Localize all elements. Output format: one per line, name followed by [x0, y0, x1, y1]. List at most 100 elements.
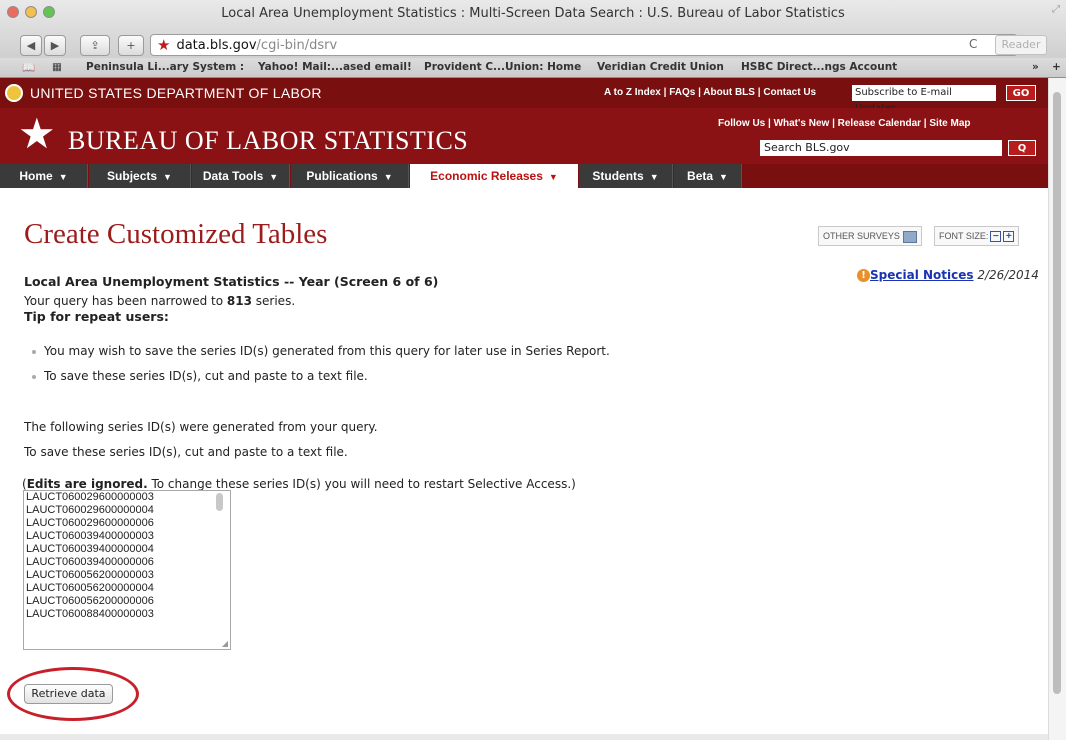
chevron-down-icon: ▼ — [548, 172, 558, 182]
nav-label: Subjects — [107, 169, 158, 183]
main-nav: Home ▼ Subjects ▼ Data Tools ▼ Publications… — [0, 164, 1048, 188]
generated-text: The following series ID(s) were generate… — [24, 420, 378, 434]
nav-economic-releases[interactable]: Economic Releases ▼ — [410, 164, 578, 188]
reading-list-icon[interactable]: 📖 — [22, 61, 35, 74]
font-decrease-icon[interactable]: − — [990, 231, 1002, 243]
series-id: LAUCT060029600000004 — [26, 504, 154, 516]
bookmark-item[interactable]: Veridian Credit Union — [597, 61, 724, 73]
nav-beta[interactable]: Beta ▼ — [674, 164, 742, 188]
url-path: /cgi-bin/dsrv — [256, 37, 338, 53]
subscribe-go-button[interactable]: GO — [1006, 85, 1036, 101]
nav-data-tools[interactable]: Data Tools ▼ — [192, 164, 290, 188]
back-button[interactable]: ◀ — [20, 35, 42, 56]
notice-date: 2/26/2014 — [977, 268, 1039, 282]
narrowed-text: Your query has been narrowed to 813 seri… — [24, 294, 295, 308]
series-id: LAUCT060039400000003 — [26, 530, 154, 542]
bls-star-logo-icon[interactable]: ★ — [18, 113, 56, 155]
dol-utility-links[interactable]: A to Z Index | FAQs | About BLS | Contac… — [604, 87, 816, 98]
fullscreen-icon[interactable]: ⤢ — [1052, 4, 1060, 15]
bookmarks-bar: 📖 ▦ Peninsula Li...ary System : Yahoo! M… — [0, 58, 1066, 78]
other-surveys-button[interactable]: OTHER SURVEYS — [818, 226, 922, 246]
font-size-label: FONT SIZE: — [939, 231, 989, 241]
chevron-down-icon: ▼ — [269, 172, 279, 182]
edits-ignored: Edits are ignored. — [26, 477, 148, 491]
window-title: Local Area Unemployment Statistics : Mul… — [221, 6, 845, 21]
top-sites-icon[interactable]: ▦ — [52, 61, 62, 73]
search-button[interactable]: Q — [1008, 140, 1036, 156]
nav-label: Publications — [306, 169, 378, 183]
scrollbar-thumb[interactable] — [1053, 92, 1061, 694]
chevron-down-icon: ▼ — [649, 172, 659, 182]
series-id: LAUCT060056200000004 — [26, 582, 154, 594]
narrowed-pre: Your query has been narrowed to — [24, 294, 227, 308]
tip-heading: Tip for repeat users: — [24, 309, 169, 324]
bls-star-icon: ★ — [157, 36, 171, 54]
more-bookmarks-button[interactable]: » — [1032, 61, 1039, 73]
title-bar: Local Area Unemployment Statistics : Mul… — [0, 0, 1066, 60]
dol-seal-icon[interactable] — [5, 84, 23, 102]
highlight-circle — [7, 667, 139, 721]
alert-icon: ! — [857, 269, 870, 282]
reader-button[interactable]: Reader — [995, 35, 1047, 55]
series-id: LAUCT060039400000006 — [26, 556, 154, 568]
tip-text: You may wish to save the series ID(s) ge… — [44, 344, 610, 358]
narrowed-post: series. — [251, 294, 296, 308]
share-button[interactable]: ⇪ — [80, 35, 110, 56]
chevron-down-icon: ▼ — [163, 172, 172, 182]
font-increase-icon[interactable]: + — [1003, 231, 1015, 243]
bookmark-item[interactable]: Peninsula Li...ary System : — [86, 61, 244, 73]
series-id: LAUCT060056200000006 — [26, 595, 154, 607]
bls-header: ★ BUREAU OF LABOR STATISTICS Follow Us |… — [0, 108, 1048, 164]
tip-item: You may wish to save the series ID(s) ge… — [32, 344, 610, 358]
nav-home[interactable]: Home ▼ — [0, 164, 88, 188]
series-id: LAUCT060056200000003 — [26, 569, 154, 581]
edits-rest: To change these series ID(s) you will ne… — [147, 477, 576, 491]
special-notices: ! Special Notices 2/26/2014 — [857, 268, 1039, 282]
email-subscribe-input[interactable]: Subscribe to E-mail Updates — [852, 85, 996, 114]
forward-button[interactable]: ▶ — [44, 35, 66, 56]
survey-icon — [902, 230, 917, 243]
site-search-input[interactable]: Search BLS.gov — [760, 140, 1002, 156]
main-content: Create Customized Tables OTHER SURVEYS F… — [0, 188, 1048, 740]
textarea-scrollbar[interactable] — [216, 493, 223, 511]
edits-note: (Edits are ignored. To change these seri… — [22, 477, 576, 491]
nav-label: Economic Releases — [430, 169, 543, 183]
header-links[interactable]: Follow Us | What's New | Release Calenda… — [718, 118, 971, 129]
address-bar[interactable]: ★ data.bls.gov/cgi-bin/dsrv C — [150, 34, 1018, 56]
series-id-textarea[interactable]: LAUCT060029600000003 LAUCT06002960000000… — [23, 490, 231, 650]
nav-subjects[interactable]: Subjects ▼ — [89, 164, 191, 188]
bullet-icon — [32, 374, 36, 379]
new-tab-button[interactable]: + — [118, 35, 144, 56]
dol-banner: UNITED STATES DEPARTMENT OF LABOR A to Z… — [0, 78, 1048, 114]
series-id: LAUCT060039400000004 — [26, 543, 154, 555]
font-size-control: FONT SIZE: − + — [934, 226, 1020, 246]
save-instruction: To save these series ID(s), cut and past… — [24, 445, 348, 459]
nav-students[interactable]: Students ▼ — [579, 164, 673, 188]
chevron-down-icon: ▼ — [719, 172, 728, 182]
bottom-edge — [0, 734, 1048, 740]
bookmark-item[interactable]: Provident C...Union: Home — [424, 61, 581, 73]
resize-grip-icon[interactable]: ◢ — [222, 639, 228, 648]
series-id: LAUCT060029600000006 — [26, 517, 154, 529]
url-host: data.bls.gov — [176, 37, 257, 53]
nav-label: Data Tools — [202, 169, 264, 183]
dol-name[interactable]: UNITED STATES DEPARTMENT OF LABOR — [30, 85, 322, 101]
tip-item: To save these series ID(s), cut and past… — [32, 369, 368, 383]
bls-name[interactable]: BUREAU OF LABOR STATISTICS — [68, 126, 468, 156]
add-bookmark-button[interactable]: + — [1052, 61, 1061, 73]
series-id: LAUCT060029600000003 — [26, 491, 154, 503]
series-count: 813 — [226, 294, 252, 308]
bookmark-item[interactable]: HSBC Direct...ngs Account — [741, 61, 897, 73]
special-notices-link[interactable]: Special Notices — [870, 268, 974, 282]
bullet-icon — [32, 349, 36, 354]
browser-toolbar: ◀ ▶ ⇪ + ★ data.bls.gov/cgi-bin/dsrv C Re… — [0, 28, 1066, 60]
reload-icon[interactable]: C — [969, 37, 977, 51]
browser-window: Local Area Unemployment Statistics : Mul… — [0, 0, 1066, 740]
chevron-down-icon: ▼ — [383, 172, 393, 182]
page-scrollbar[interactable] — [1048, 78, 1066, 740]
tip-text: To save these series ID(s), cut and past… — [44, 369, 368, 383]
nav-publications[interactable]: Publications ▼ — [291, 164, 409, 188]
bls-page: UNITED STATES DEPARTMENT OF LABOR A to Z… — [0, 78, 1048, 740]
nav-label: Students — [592, 169, 644, 183]
bookmark-item[interactable]: Yahoo! Mail:...ased email! — [258, 61, 412, 73]
